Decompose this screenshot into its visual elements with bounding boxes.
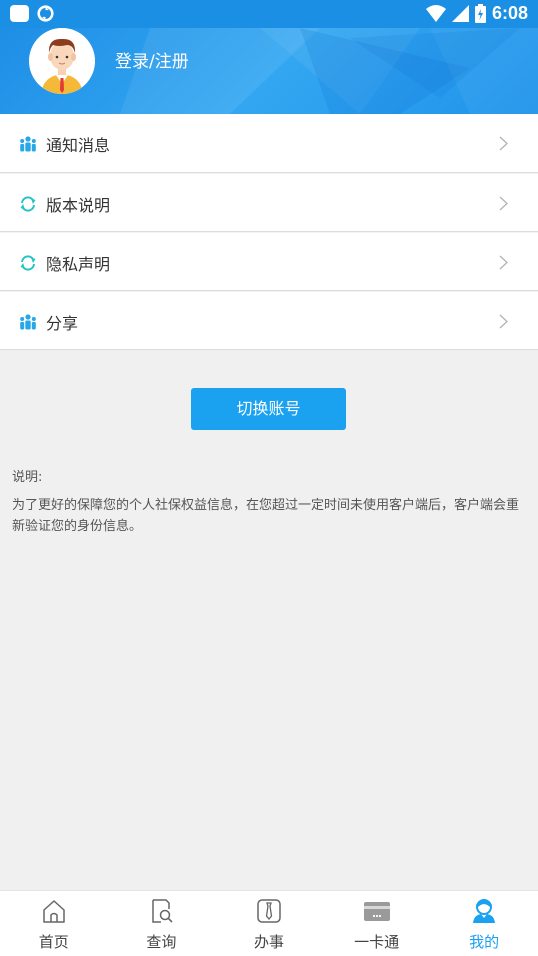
- menu-item-notifications[interactable]: 通知消息: [0, 114, 538, 173]
- status-time: 6:08: [491, 3, 528, 23]
- chevron-right-icon: [499, 136, 508, 151]
- profile-header: 登录/注册: [0, 28, 538, 114]
- search-doc-icon: [152, 899, 173, 923]
- card-icon: [363, 902, 390, 921]
- nav-label: 查询: [146, 933, 177, 951]
- status-bar: 6:08: [0, 0, 538, 28]
- nav-label: 首页: [38, 933, 69, 951]
- chevron-right-icon: [499, 314, 508, 329]
- settings-menu: 通知消息 版本说明 隐私声明 分享: [0, 114, 538, 350]
- nav-item-home[interactable]: 首页: [0, 891, 108, 956]
- wifi-icon: [425, 4, 446, 22]
- menu-item-label: 通知消息: [46, 136, 111, 155]
- people-icon: [20, 136, 36, 152]
- menu-item-label: 隐私声明: [46, 255, 111, 274]
- menu-item-privacy-statement[interactable]: 隐私声明: [0, 232, 538, 291]
- notification-app-icon: [10, 5, 29, 22]
- people-icon: [20, 314, 36, 330]
- home-icon: [43, 900, 65, 923]
- signal-icon: [451, 4, 469, 22]
- status-left: [10, 5, 54, 22]
- refresh-icon: [20, 255, 36, 271]
- profile-icon: [473, 899, 496, 923]
- bottom-nav: 首页 查询 办事 一卡通 我的: [0, 890, 538, 956]
- status-right: 6:08: [425, 3, 528, 24]
- note-body: 为了更好的保障您的个人社保权益信息，在您超过一定时间未使用客户端后，客户端会重新…: [12, 498, 520, 534]
- menu-item-label: 版本说明: [46, 196, 111, 215]
- nav-item-services[interactable]: 办事: [215, 891, 323, 956]
- battery-icon: [474, 4, 486, 23]
- nav-label: 一卡通: [354, 933, 400, 951]
- nav-label: 我的: [469, 933, 500, 951]
- nav-item-search[interactable]: 查询: [108, 891, 216, 956]
- nav-label: 办事: [253, 933, 284, 951]
- sync-icon: [37, 5, 54, 22]
- menu-item-share[interactable]: 分享: [0, 291, 538, 350]
- tie-icon: [257, 899, 281, 923]
- avatar[interactable]: [29, 28, 95, 94]
- menu-item-version-info[interactable]: 版本说明: [0, 173, 538, 232]
- switch-account-button[interactable]: 切换账号: [191, 388, 346, 430]
- chevron-right-icon: [499, 255, 508, 270]
- menu-item-label: 分享: [46, 314, 79, 333]
- user-avatar-icon: [29, 28, 95, 94]
- refresh-icon: [20, 196, 36, 212]
- note-title: 说明:: [12, 470, 43, 485]
- nav-item-card[interactable]: 一卡通: [323, 891, 431, 956]
- login-register-link[interactable]: 登录/注册: [115, 47, 189, 72]
- chevron-right-icon: [499, 196, 508, 211]
- nav-item-mine[interactable]: 我的: [430, 891, 538, 956]
